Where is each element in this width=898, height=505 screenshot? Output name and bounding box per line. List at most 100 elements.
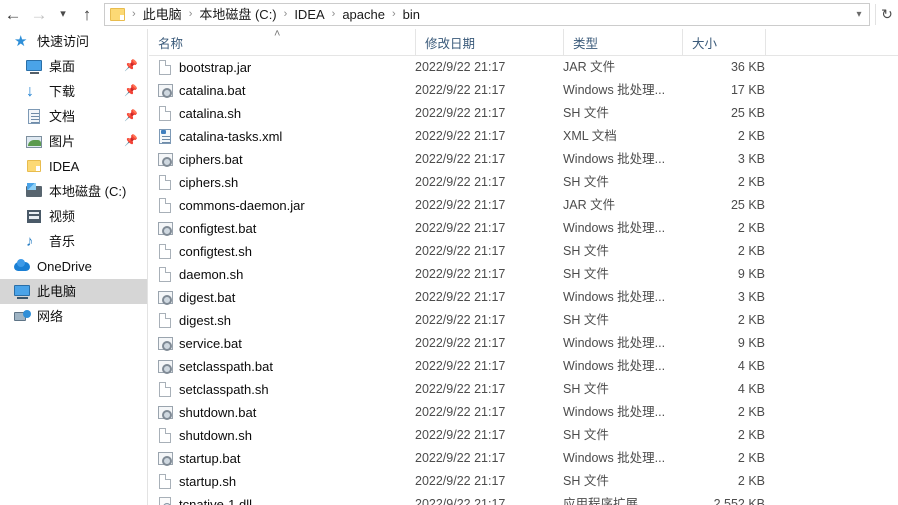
table-row[interactable]: shutdown.sh 2022/9/22 21:17 SH 文件 2 KB [149, 424, 898, 447]
file-name: shutdown.sh [179, 428, 252, 443]
table-row[interactable]: setclasspath.bat 2022/9/22 21:17 Windows 批… [149, 355, 898, 378]
column-header-0[interactable]: 名称 ˄ [149, 29, 415, 55]
sidebar-item-9[interactable]: OneDrive [0, 254, 147, 279]
sidebar-item-3[interactable]: 文档 📌 [0, 104, 147, 129]
file-name: configtest.sh [179, 244, 252, 259]
table-row[interactable]: commons-daemon.jar 2022/9/22 21:17 JAR 文件 2… [149, 194, 898, 217]
sidebar-item-10[interactable]: 此电脑 [0, 279, 147, 304]
file-date: 2022/9/22 21:17 [415, 152, 506, 166]
file-date: 2022/9/22 21:17 [415, 451, 506, 465]
history-chevron-down-icon[interactable]: ▾ [52, 0, 74, 29]
documents-icon [26, 108, 43, 125]
address-chevron-down-icon[interactable]: ▾ [849, 4, 869, 25]
music-icon: ♪ [26, 233, 34, 250]
onedrive-icon [14, 258, 31, 275]
file-type: Windows 批处理... [563, 359, 666, 373]
file-date: 2022/9/22 21:17 [415, 428, 506, 442]
table-row[interactable]: digest.sh 2022/9/22 21:17 SH 文件 2 KB [149, 309, 898, 332]
file-date: 2022/9/22 21:17 [415, 313, 506, 327]
pin-icon[interactable]: 📌 [124, 136, 138, 147]
breadcrumb-item[interactable]: bin [400, 5, 423, 24]
table-row[interactable]: ciphers.bat 2022/9/22 21:17 Windows 批处理...… [149, 148, 898, 171]
file-date: 2022/9/22 21:17 [415, 198, 506, 212]
column-header-1[interactable]: 修改日期 [415, 29, 563, 55]
sidebar-item-8[interactable]: ♪ 音乐 [0, 229, 147, 254]
sidebar-item-label: 此电脑 [37, 284, 77, 299]
sidebar-item-4[interactable]: 图片 📌 [0, 129, 147, 154]
file-size: 25 KB [730, 106, 765, 120]
table-row[interactable]: configtest.sh 2022/9/22 21:17 SH 文件 2 KB [149, 240, 898, 263]
table-row[interactable]: catalina.sh 2022/9/22 21:17 SH 文件 25 KB [149, 102, 898, 125]
file-type: 应用程序扩展 [563, 497, 639, 505]
file-name: digest.sh [179, 313, 232, 328]
bat-file-icon [157, 358, 174, 375]
back-arrow-icon[interactable]: ← [0, 0, 26, 29]
table-row[interactable]: bootstrap.jar 2022/9/22 21:17 JAR 文件 36 KB [149, 56, 898, 79]
file-size: 17 KB [730, 83, 765, 97]
file-size: 2 KB [737, 428, 765, 442]
table-row[interactable]: startup.bat 2022/9/22 21:17 Windows 批处理...… [149, 447, 898, 470]
file-type: Windows 批处理... [563, 152, 666, 166]
up-arrow-icon[interactable]: ↑ [74, 0, 100, 29]
bat-file-icon [157, 335, 174, 352]
file-date: 2022/9/22 21:17 [415, 267, 506, 281]
file-date: 2022/9/22 21:17 [415, 60, 506, 74]
file-name: tcnative-1.dll [179, 497, 252, 505]
pin-icon[interactable]: 📌 [124, 61, 138, 72]
sidebar-item-6[interactable]: 本地磁盘 (C:) [0, 179, 147, 204]
sidebar-item-5[interactable]: IDEA [0, 154, 147, 179]
column-header-2[interactable]: 类型 [563, 29, 682, 55]
forward-arrow-icon[interactable]: → [26, 0, 52, 29]
breadcrumb-item[interactable]: IDEA [291, 5, 327, 24]
file-type: JAR 文件 [563, 60, 616, 74]
file-name: setclasspath.bat [179, 359, 273, 374]
breadcrumb: › 此电脑 › 本地磁盘 (C:) › IDEA › apache › bin [105, 4, 849, 25]
table-row[interactable]: digest.bat 2022/9/22 21:17 Windows 批处理... 3… [149, 286, 898, 309]
pin-icon[interactable]: 📌 [124, 86, 138, 97]
plain-file-icon [157, 381, 174, 398]
breadcrumb-bar[interactable]: › 此电脑 › 本地磁盘 (C:) › IDEA › apache › bin ▾ [104, 3, 870, 26]
file-size: 2 KB [737, 129, 765, 143]
sidebar-item-7[interactable]: 视频 [0, 204, 147, 229]
table-row[interactable]: tcnative-1.dll 2022/9/22 21:17 应用程序扩展 2,552… [149, 493, 898, 505]
file-date: 2022/9/22 21:17 [415, 497, 506, 505]
table-row[interactable]: daemon.sh 2022/9/22 21:17 SH 文件 9 KB [149, 263, 898, 286]
column-header-3[interactable]: 大小 [682, 29, 765, 55]
file-date: 2022/9/22 21:17 [415, 359, 506, 373]
file-date: 2022/9/22 21:17 [415, 382, 506, 396]
sidebar-item-2[interactable]: ↓ 下载 📌 [0, 79, 147, 104]
file-date: 2022/9/22 21:17 [415, 474, 506, 488]
breadcrumb-item[interactable]: 此电脑 [140, 5, 185, 24]
sidebar-item-label: 视频 [49, 209, 76, 224]
table-row[interactable]: service.bat 2022/9/22 21:17 Windows 批处理...… [149, 332, 898, 355]
refresh-icon[interactable]: ↻ [875, 4, 898, 25]
breadcrumb-item[interactable]: apache [339, 5, 388, 24]
column-header-4[interactable] [765, 29, 898, 55]
breadcrumb-item[interactable]: 本地磁盘 (C:) [196, 5, 279, 24]
bat-file-icon [157, 450, 174, 467]
file-date: 2022/9/22 21:17 [415, 405, 506, 419]
sidebar-item-0[interactable]: ★ 快速访问 [0, 29, 147, 54]
table-row[interactable]: ciphers.sh 2022/9/22 21:17 SH 文件 2 KB [149, 171, 898, 194]
file-name: catalina-tasks.xml [179, 129, 283, 144]
file-size: 25 KB [730, 198, 765, 212]
table-row[interactable]: catalina-tasks.xml 2022/9/22 21:17 XML 文档 2… [149, 125, 898, 148]
sidebar-item-11[interactable]: 网络 [0, 304, 147, 329]
file-name: startup.sh [179, 474, 237, 489]
table-row[interactable]: setclasspath.sh 2022/9/22 21:17 SH 文件 4 KB [149, 378, 898, 401]
bat-file-icon [157, 220, 174, 237]
sidebar-item-1[interactable]: 桌面 📌 [0, 54, 147, 79]
bat-file-icon [157, 289, 174, 306]
file-size: 2 KB [737, 313, 765, 327]
file-type: Windows 批处理... [563, 336, 666, 350]
video-icon [26, 208, 43, 225]
table-row[interactable]: catalina.bat 2022/9/22 21:17 Windows 批处理..… [149, 79, 898, 102]
star-icon: ★ [14, 33, 28, 50]
table-row[interactable]: startup.sh 2022/9/22 21:17 SH 文件 2 KB [149, 470, 898, 493]
breadcrumb-separator: › [283, 8, 288, 20]
file-type: XML 文档 [563, 129, 617, 143]
file-rows: bootstrap.jar 2022/9/22 21:17 JAR 文件 36 KB c… [149, 56, 898, 505]
pin-icon[interactable]: 📌 [124, 111, 138, 122]
table-row[interactable]: shutdown.bat 2022/9/22 21:17 Windows 批处理..… [149, 401, 898, 424]
table-row[interactable]: configtest.bat 2022/9/22 21:17 Windows 批处理… [149, 217, 898, 240]
